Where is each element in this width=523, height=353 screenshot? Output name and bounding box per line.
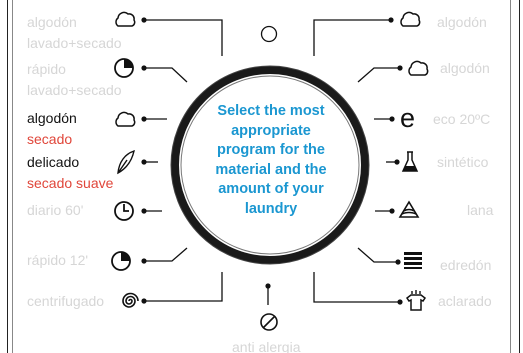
left-program-1-name: algodón [27,14,77,30]
cloud-icon [115,11,136,27]
left-program-1-sub: lavado+secado [27,35,122,51]
left-program-4-sub: secado suave [27,175,114,191]
bottom-program-name: anti alergia [232,339,301,353]
spiral-icon [122,292,139,308]
right-program-4-name: sintético [437,154,489,170]
right-program-7-name: aclarado [438,293,492,309]
clock-icon [114,201,134,221]
cloud-icon [408,60,429,76]
left-program-5-name: diario 60' [27,202,84,218]
left-program-4-name: delicado [27,154,80,170]
program-selector-panel: Select the most appropriate program for … [0,0,523,353]
eco-e-icon: e [400,103,416,133]
right-program-6-name: edredón [440,257,492,273]
shirt-rinse-icon [405,290,427,311]
feather-icon [117,149,135,175]
left-program-3-name: algodón [27,110,77,126]
right-program-1-name: algodón [437,14,487,30]
flask-icon [401,151,419,172]
right-program-3-name: eco 20ºC [433,111,491,127]
cloud-icon [115,111,136,127]
left-program-2-name: rápido [27,61,66,77]
left-program-3-sub: secado [27,131,73,147]
fast-clock-icon [111,251,131,271]
left-program-2-sub: lavado+secado [27,82,122,98]
fast-clock-icon [114,58,134,78]
right-program-2-name: algodón [440,60,490,76]
left-program-6-name: rápido 12' [27,252,89,268]
right-program-5-name: lana [467,202,494,218]
cloud-icon [400,11,421,27]
wool-icon [398,200,420,218]
duvet-icon [404,252,422,269]
slashed-circle-icon [260,313,278,331]
left-program-7-name: centrifugado [27,293,105,309]
dial-center-text: Select the most appropriate program for … [215,103,327,217]
off-circle-icon [260,25,278,43]
